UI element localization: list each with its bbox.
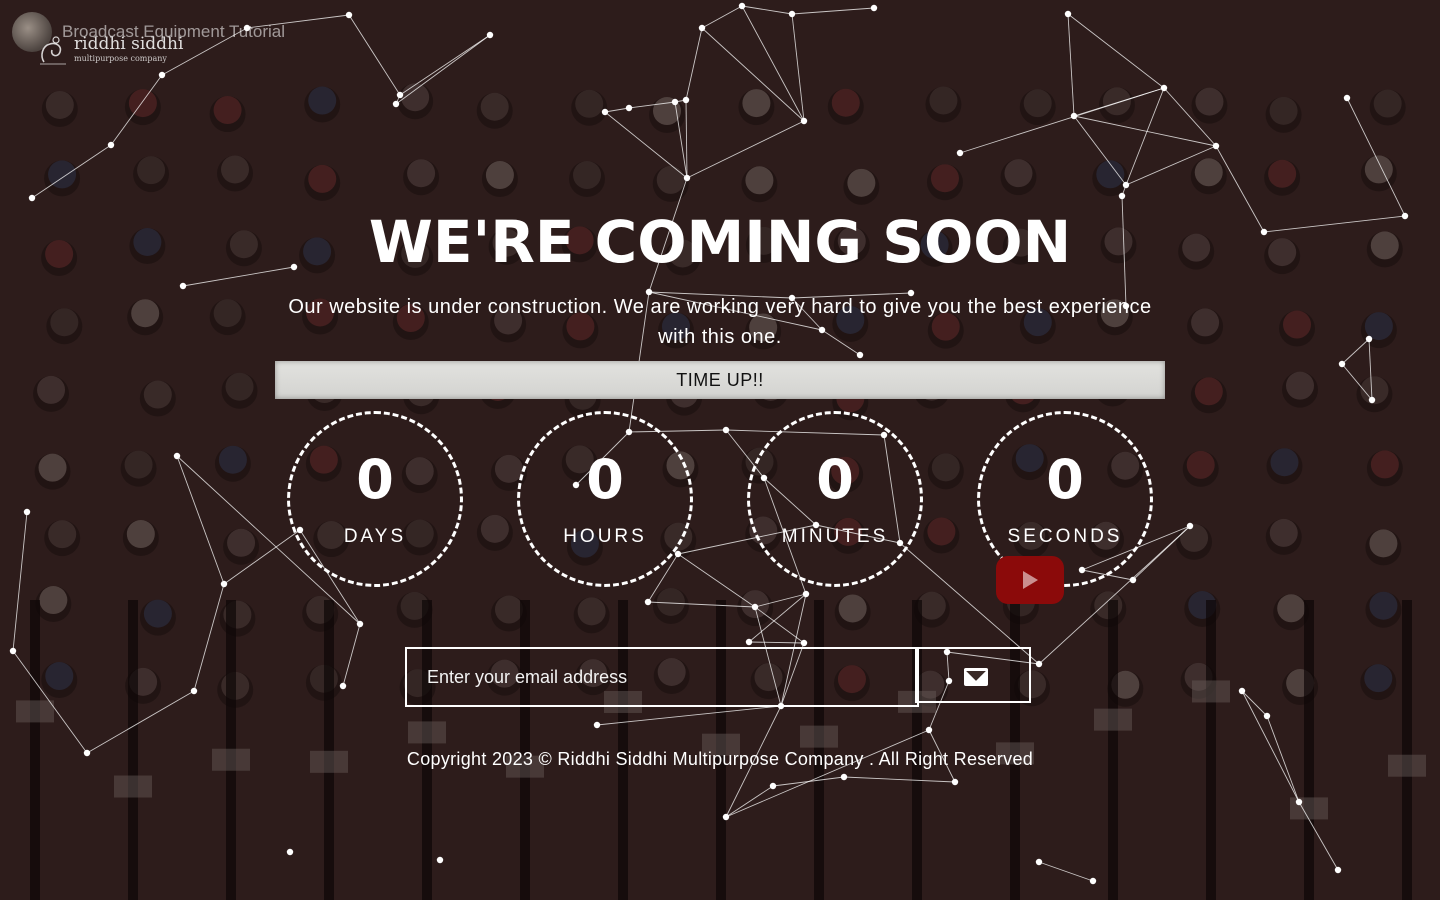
countdown-minutes: 0 MINUTES — [747, 411, 923, 587]
countdown-hours: 0 HOURS — [517, 411, 693, 587]
envelope-icon — [964, 668, 988, 686]
logo-name: riddhi siddhi — [74, 34, 184, 54]
email-input[interactable] — [405, 647, 919, 707]
countdown-status-bar: TIME UP!! — [275, 361, 1165, 399]
countdown-hours-label: HOURS — [563, 526, 647, 547]
countdown-minutes-label: MINUTES — [781, 526, 889, 547]
countdown-seconds-value: 0 — [1046, 448, 1084, 511]
company-logo: riddhi siddhi multipurpose company — [36, 34, 186, 68]
youtube-play-icon — [1023, 571, 1038, 589]
youtube-play-button[interactable] — [996, 556, 1064, 604]
page-subtitle: Our website is under construction. We ar… — [288, 296, 1152, 348]
countdown-days-label: DAYS — [343, 526, 407, 547]
ganesha-logo-icon — [40, 36, 66, 65]
page-title: WE'RE COMING SOON — [368, 208, 1072, 276]
subscribe-form — [405, 647, 1035, 707]
countdown-minutes-value: 0 — [816, 448, 854, 511]
countdown-days-value: 0 — [356, 448, 394, 511]
countdown-seconds-label: SECONDS — [1007, 526, 1123, 547]
countdown-hours-value: 0 — [586, 448, 624, 511]
logo-tagline: multipurpose company — [74, 54, 167, 63]
subscribe-button[interactable] — [915, 647, 1031, 703]
footer-copyright: Copyright 2023 © Riddhi Siddhi Multipurp… — [406, 749, 1034, 769]
countdown-days: 0 DAYS — [287, 411, 463, 587]
